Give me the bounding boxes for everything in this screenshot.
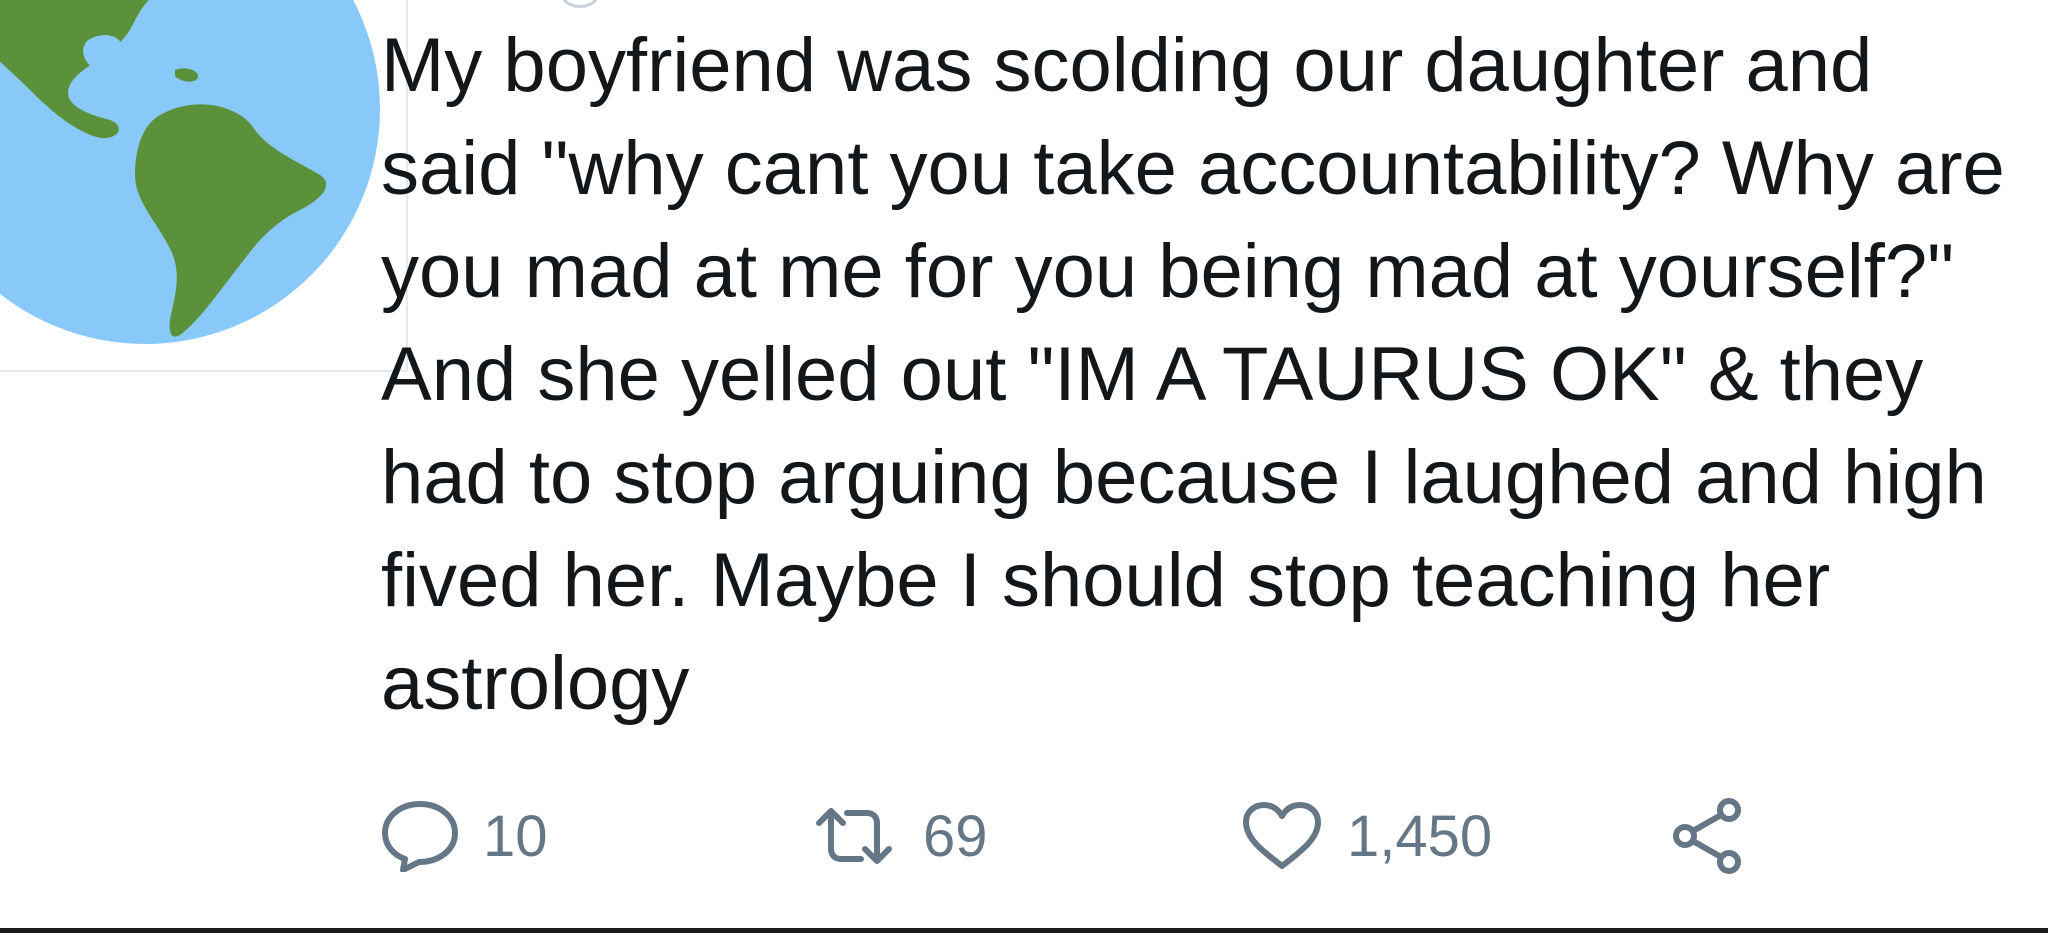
tweet-actions: 10 69 1,450 <box>381 796 1881 876</box>
retweet-button[interactable]: 69 <box>809 796 988 876</box>
like-count: 1,450 <box>1347 803 1493 869</box>
reply-count: 10 <box>483 803 548 869</box>
reply-button[interactable]: 10 <box>381 796 548 876</box>
handle-fragment <box>560 0 600 8</box>
reply-icon <box>382 801 458 872</box>
retweet-icon <box>816 808 892 864</box>
avatar[interactable] <box>0 0 408 372</box>
like-button[interactable]: 1,450 <box>1241 796 1492 876</box>
share-icon <box>1673 798 1741 874</box>
heart-icon <box>1243 802 1321 869</box>
tweet-text: My boyfriend was scolding our daughter a… <box>381 23 2026 726</box>
bottom-divider <box>0 928 2048 933</box>
share-button[interactable] <box>1669 796 1749 876</box>
retweet-count: 69 <box>923 803 988 869</box>
globe-americas-icon <box>0 0 380 344</box>
